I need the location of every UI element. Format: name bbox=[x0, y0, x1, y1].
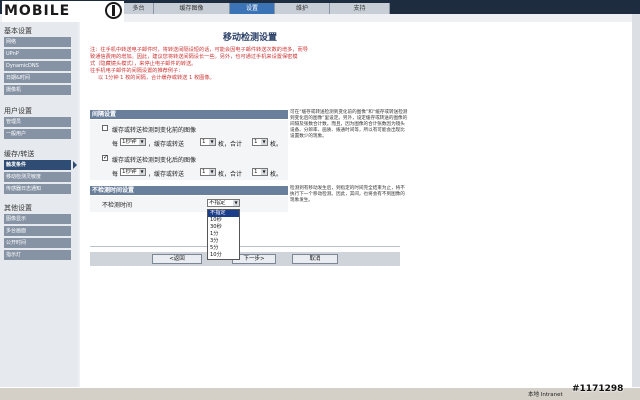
after-every-prefix: 每 bbox=[112, 171, 119, 178]
sidebar-item-dynamicdns[interactable]: DynamicDNS bbox=[4, 61, 71, 71]
before-count-value: 1 bbox=[202, 139, 206, 145]
tab-multi[interactable]: 多台 bbox=[124, 3, 154, 14]
logo-text: MOBILE bbox=[4, 3, 71, 19]
tab-maintenance[interactable]: 维护 bbox=[275, 3, 330, 14]
before-total-select[interactable]: 1 ▼ bbox=[252, 138, 268, 146]
chevron-down-icon: ▼ bbox=[233, 200, 239, 206]
before-every-select[interactable]: 1秒钟 ▼ bbox=[120, 138, 146, 146]
after-every-select[interactable]: 1秒钟 ▼ bbox=[120, 168, 146, 176]
after-count-value: 1 bbox=[202, 169, 206, 175]
vertical-scrollbar[interactable] bbox=[632, 14, 640, 387]
after-mid-text: ，缓存或转送 bbox=[148, 171, 185, 178]
notice-text: 注：往手机中转送电子邮件时，将转送间隔设短的话，可能会因电子邮件转送次数的增多，… bbox=[90, 47, 420, 82]
sidebar-item-indicator[interactable]: 指示灯 bbox=[4, 250, 71, 260]
dropdown-option[interactable]: 10秒 bbox=[208, 217, 239, 224]
sidebar-item-admin[interactable]: 管理员 bbox=[4, 117, 71, 127]
sidebar-section-cache: 缓存/转送 bbox=[4, 150, 35, 158]
no-detect-label: 不检测时间 bbox=[102, 202, 133, 209]
sidebar-section-users: 用户设置 bbox=[4, 107, 32, 115]
main-panel: 移动检测设置 注：往手机中转送电子邮件时，将转送间隔设短的话，可能会因电子邮件转… bbox=[80, 22, 640, 387]
before-every-prefix: 每 bbox=[112, 141, 119, 148]
sidebar-item-network[interactable]: 网络 bbox=[4, 37, 71, 47]
dropdown-option[interactable]: 5分 bbox=[208, 245, 239, 252]
logo-bar-icon bbox=[112, 5, 115, 16]
no-detect-section-header: 不检测时间设置 bbox=[90, 186, 288, 195]
tab-settings[interactable]: 设置 bbox=[230, 3, 275, 14]
before-every-value: 1秒钟 bbox=[122, 139, 137, 145]
chevron-down-icon: ▼ bbox=[209, 169, 215, 175]
notice-line: 以 1分钟 1 枚的间隔，合计缓存或转送 1 枚图像。 bbox=[98, 75, 215, 81]
no-detect-selected-value: 不指定 bbox=[209, 200, 226, 206]
dropdown-option[interactable]: 3分 bbox=[208, 238, 239, 245]
watermark: #1171298 bbox=[572, 384, 624, 394]
sidebar-item-public-time[interactable]: 公开时间 bbox=[4, 238, 71, 248]
status-bar: 本地 Intranet bbox=[0, 387, 640, 400]
sidebar: 基本设置 网络 UPnP DynamicDNS 日期&时间 摄像机 用户设置 管… bbox=[0, 22, 78, 387]
status-zone-text: 本地 Intranet bbox=[528, 392, 563, 398]
no-detect-select[interactable]: 不指定 ▼ bbox=[207, 199, 240, 207]
tabbar-filler bbox=[390, 3, 640, 14]
before-change-checkbox[interactable] bbox=[102, 125, 108, 131]
before-count-select[interactable]: 1 ▼ bbox=[200, 138, 216, 146]
notice-line: 注：往手机中转送电子邮件时，将转送间隔设短的话，可能会因电子邮件转送次数的增多，… bbox=[90, 47, 308, 53]
sidebar-item-image-display[interactable]: 图像显示 bbox=[4, 214, 71, 224]
back-button[interactable]: <返回 bbox=[152, 254, 202, 264]
chevron-down-icon: ▼ bbox=[261, 169, 267, 175]
after-total-select[interactable]: 1 ▼ bbox=[252, 168, 268, 176]
dropdown-option[interactable]: 30秒 bbox=[208, 224, 239, 231]
sidebar-item-sensor-log[interactable]: 传感器日志通知 bbox=[4, 184, 71, 194]
before-change-label: 缓存或转送检测到变化前的图像 bbox=[112, 127, 197, 134]
active-arrow-icon bbox=[73, 161, 77, 169]
after-every-value: 1秒钟 bbox=[122, 169, 137, 175]
sidebar-item-trigger[interactable]: 触发条件 bbox=[4, 160, 71, 170]
dropdown-option[interactable]: 1分 bbox=[208, 231, 239, 238]
dropdown-option[interactable]: 不指定 bbox=[208, 210, 239, 217]
sidebar-section-other: 其他设置 bbox=[4, 204, 32, 212]
logo: MOBILE bbox=[2, 1, 124, 22]
after-change-checkbox[interactable] bbox=[102, 154, 108, 161]
after-total-value: 1 bbox=[254, 169, 258, 175]
sidebar-item-upnp[interactable]: UPnP bbox=[4, 49, 71, 59]
sidebar-item-datetime[interactable]: 日期&时间 bbox=[4, 73, 71, 83]
tab-cached-images[interactable]: 缓存图像 bbox=[154, 3, 230, 14]
notice-line: 往手机电子邮件的间隔设置的推荐例子： bbox=[90, 68, 184, 74]
no-detect-dropdown-list[interactable]: 不指定 10秒 30秒 1分 3分 5分 10分 bbox=[207, 209, 240, 260]
after-unit1: 枚，合计 bbox=[218, 171, 243, 178]
no-detect-help-text: 检测到有移动发生后，到指定的时间完全结束为止，将不执行下一个移动检测。因此，其间… bbox=[290, 186, 405, 203]
interval-section-header: 间隔设置 bbox=[90, 110, 288, 119]
sidebar-section-basic: 基本设置 bbox=[4, 27, 32, 35]
page-title: 移动检测设置 bbox=[222, 33, 277, 43]
after-unit2: 枚。 bbox=[270, 171, 283, 178]
sidebar-item-general-users[interactable]: 一般用户 bbox=[4, 129, 71, 139]
chevron-down-icon: ▼ bbox=[209, 139, 215, 145]
interval-help-text: 可在“缓存或转送检测到变化前的图像”和“缓存或转送检测到变化后的图像”里设定。另… bbox=[290, 110, 408, 139]
after-change-label: 缓存或转送检测到变化后的图像 bbox=[112, 157, 197, 164]
divider bbox=[90, 246, 400, 247]
chevron-down-icon: ▼ bbox=[139, 139, 145, 145]
sidebar-item-multi-screen[interactable]: 多台画面 bbox=[4, 226, 71, 236]
after-count-select[interactable]: 1 ▼ bbox=[200, 168, 216, 176]
chevron-down-icon: ▼ bbox=[261, 139, 267, 145]
sidebar-item-motion-sensitivity[interactable]: 移动检测灵敏度 bbox=[4, 172, 71, 182]
before-unit1: 枚，合计 bbox=[218, 141, 243, 148]
cancel-button[interactable]: 取消 bbox=[292, 254, 338, 264]
button-row: <返回 下一步> 取消 bbox=[90, 252, 400, 266]
notice-line: 式（隐藏镜头模式），来停止电子邮件的转送。 bbox=[90, 61, 197, 67]
notice-line: 致通信费用的增加。因此，建议您将转送间隔设长一些。另外，也可通过手机来设置保密模 bbox=[90, 54, 298, 60]
dropdown-option[interactable]: 10分 bbox=[208, 252, 239, 259]
tab-support[interactable]: 支持 bbox=[330, 3, 390, 14]
before-unit2: 枚。 bbox=[270, 141, 283, 148]
before-total-value: 1 bbox=[254, 139, 258, 145]
sidebar-item-camera[interactable]: 摄像机 bbox=[4, 85, 71, 95]
chevron-down-icon: ▼ bbox=[139, 169, 145, 175]
before-mid-text: ，缓存或转送 bbox=[148, 141, 185, 148]
